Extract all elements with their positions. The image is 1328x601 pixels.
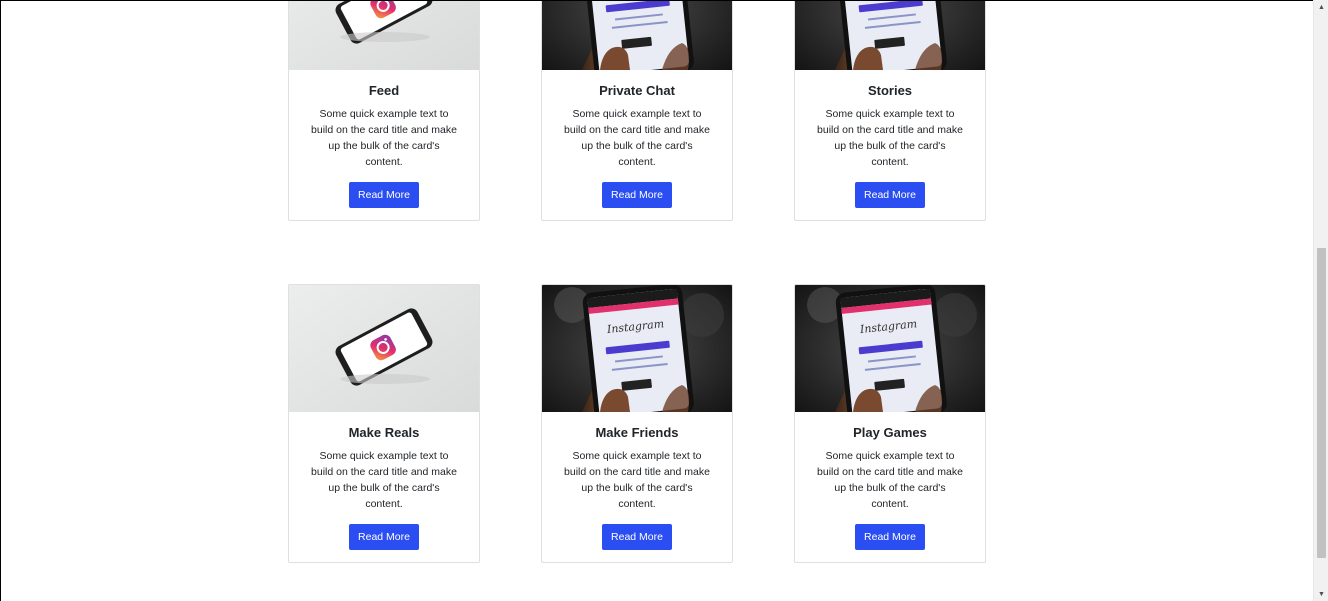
card-text: Some quick example text to build on the … <box>564 108 710 168</box>
instagram-phone-on-table-image <box>289 1 479 70</box>
scroll-up-arrow-icon[interactable]: ▲ <box>1314 0 1328 14</box>
hand-holding-phone-instagram-image <box>795 285 985 412</box>
card-feed: Feed Some quick example text to build on… <box>288 1 480 221</box>
hand-holding-phone-instagram-image <box>542 1 732 70</box>
card-text: Some quick example text to build on the … <box>817 108 963 168</box>
card-text: Some quick example text to build on the … <box>311 108 457 168</box>
read-more-button[interactable]: Read More <box>602 182 672 208</box>
card-make-friends: Make Friends Some quick example text to … <box>541 284 733 563</box>
card-title: Private Chat <box>599 83 675 98</box>
hand-holding-phone-instagram-image <box>542 285 732 412</box>
hand-holding-phone-instagram-image <box>795 1 985 70</box>
card-text: Some quick example text to build on the … <box>311 450 457 510</box>
scrollbar-thumb[interactable] <box>1317 248 1326 558</box>
card-title: Make Reals <box>348 425 420 440</box>
scroll-down-arrow-icon[interactable]: ▼ <box>1314 587 1328 601</box>
vertical-scrollbar[interactable]: ▲ ▼ <box>1313 0 1328 601</box>
card-text: Some quick example text to build on the … <box>817 450 963 510</box>
read-more-button[interactable]: Read More <box>855 182 925 208</box>
card-text: Some quick example text to build on the … <box>564 450 710 510</box>
card-make-reals: Make Reals Some quick example text to bu… <box>288 284 480 563</box>
card-title: Make Friends <box>595 425 679 440</box>
card-title: Feed <box>368 83 400 98</box>
read-more-button[interactable]: Read More <box>349 182 419 208</box>
card-title: Play Games <box>853 425 927 440</box>
instagram-phone-on-table-image <box>289 285 479 412</box>
card-play-games: Play Games Some quick example text to bu… <box>794 284 986 563</box>
card-title: Stories <box>867 83 913 98</box>
card-private-chat: Private Chat Some quick example text to … <box>541 1 733 221</box>
read-more-button[interactable]: Read More <box>602 524 672 550</box>
read-more-button[interactable]: Read More <box>349 524 419 550</box>
page-viewport: Feed Some quick example text to build on… <box>0 0 1313 601</box>
card-stories: Stories Some quick example text to build… <box>794 1 986 221</box>
read-more-button[interactable]: Read More <box>855 524 925 550</box>
